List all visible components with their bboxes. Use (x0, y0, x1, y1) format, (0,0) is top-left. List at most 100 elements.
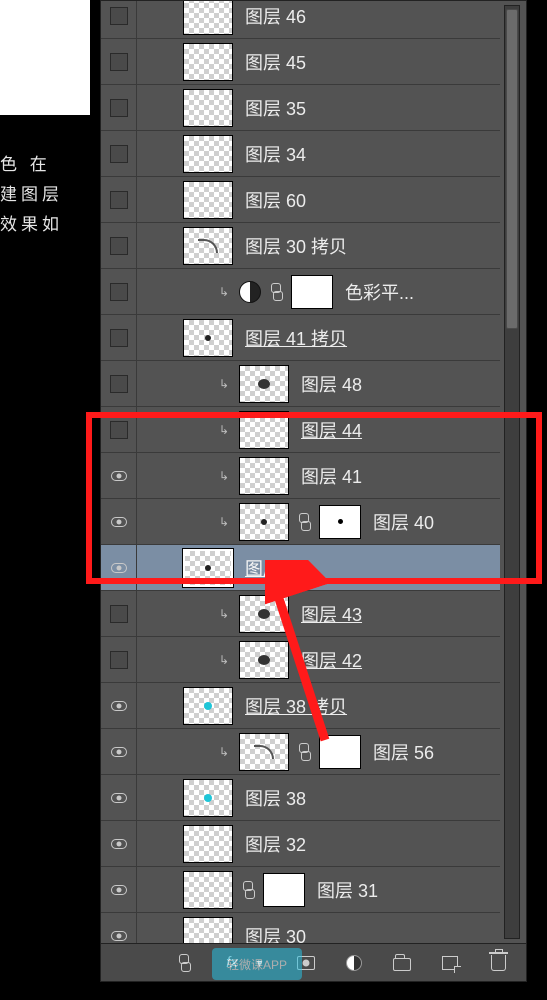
layer-thumbnail[interactable] (239, 503, 289, 541)
layer-row[interactable]: 图层 60 (101, 177, 500, 223)
layer-thumbnail[interactable] (183, 825, 233, 863)
layer-thumbnail[interactable] (183, 181, 233, 219)
mask-link-icon[interactable] (297, 513, 311, 531)
layer-row[interactable]: 图层 41 拷贝 (101, 315, 500, 361)
visibility-toggle[interactable] (101, 453, 137, 498)
visibility-toggle[interactable] (101, 683, 137, 728)
visibility-toggle[interactable] (101, 407, 137, 452)
layer-row[interactable]: ↳图层 44 (101, 407, 500, 453)
layer-thumbnail[interactable] (183, 549, 233, 587)
layer-row[interactable]: ↳图层 56 (101, 729, 500, 775)
visibility-toggle[interactable] (101, 85, 137, 130)
layer-name-label[interactable]: 图层 38 拷贝 (241, 693, 347, 719)
new-layer-icon[interactable] (440, 953, 460, 973)
visibility-toggle[interactable] (101, 177, 137, 222)
scrollbar[interactable] (504, 5, 520, 939)
visibility-toggle[interactable] (101, 729, 137, 774)
visibility-toggle[interactable] (101, 913, 137, 943)
mask-thumbnail[interactable] (291, 275, 333, 309)
layer-row[interactable]: 图层 46 (101, 0, 500, 39)
layer-thumbnail[interactable] (239, 733, 289, 771)
layer-name-label[interactable]: 图层 41 拷贝 (241, 325, 347, 351)
layer-content: 图层 30 拷贝 (137, 223, 500, 268)
layer-thumbnail[interactable] (183, 43, 233, 81)
visibility-toggle[interactable] (101, 315, 137, 360)
layer-thumbnail[interactable] (183, 917, 233, 944)
mask-thumbnail[interactable] (319, 505, 361, 539)
layer-row[interactable]: 图层 38 (101, 775, 500, 821)
layer-row[interactable]: 图层 45 (101, 39, 500, 85)
layer-thumbnail[interactable] (183, 227, 233, 265)
mask-thumbnail[interactable] (319, 735, 361, 769)
visibility-toggle[interactable] (101, 545, 137, 590)
layer-name-label[interactable]: 图层 34 (241, 141, 306, 167)
layer-row[interactable]: 图层 39 (101, 545, 500, 591)
layer-name-label[interactable]: 图层 38 (241, 785, 306, 811)
visibility-toggle[interactable] (101, 775, 137, 820)
visibility-toggle[interactable] (101, 867, 137, 912)
layer-thumbnail[interactable] (239, 641, 289, 679)
layer-thumbnail[interactable] (183, 89, 233, 127)
layer-name-label[interactable]: 图层 56 (369, 739, 434, 765)
layer-row[interactable]: 图层 34 (101, 131, 500, 177)
layer-row[interactable]: 图层 38 拷贝 (101, 683, 500, 729)
layer-thumbnail[interactable] (183, 779, 233, 817)
visibility-toggle[interactable] (101, 591, 137, 636)
layer-name-label[interactable]: 图层 32 (241, 831, 306, 857)
layer-name-label[interactable]: 图层 39 (241, 555, 306, 581)
visibility-toggle[interactable] (101, 821, 137, 866)
layer-name-label[interactable]: 图层 40 (369, 509, 434, 535)
layer-name-label[interactable]: 色彩平... (341, 279, 414, 305)
layer-thumbnail[interactable] (183, 135, 233, 173)
scrollbar-thumb[interactable] (506, 9, 518, 329)
layer-name-label[interactable]: 图层 30 拷贝 (241, 233, 347, 259)
mask-link-icon[interactable] (269, 283, 283, 301)
adjustment-layer-icon[interactable] (344, 953, 364, 973)
layer-name-label[interactable]: 图层 46 (241, 3, 306, 29)
layer-row[interactable]: ↳图层 48 (101, 361, 500, 407)
visibility-toggle[interactable] (101, 361, 137, 406)
visibility-toggle[interactable] (101, 637, 137, 682)
layer-row[interactable]: 图层 32 (101, 821, 500, 867)
layer-content: 图层 46 (137, 0, 500, 38)
layer-row[interactable]: 图层 30 (101, 913, 500, 943)
layer-thumbnail[interactable] (239, 411, 289, 449)
link-layers-icon[interactable] (174, 953, 194, 973)
layer-thumbnail[interactable] (239, 457, 289, 495)
layer-row[interactable]: ↳图层 40 (101, 499, 500, 545)
layer-row[interactable]: 图层 31 (101, 867, 500, 913)
layer-thumbnail[interactable] (183, 0, 233, 35)
visibility-toggle[interactable] (101, 269, 137, 314)
layer-name-label[interactable]: 图层 42 (297, 647, 362, 673)
mask-thumbnail[interactable] (263, 873, 305, 907)
layer-name-label[interactable]: 图层 41 (297, 463, 362, 489)
layer-thumbnail[interactable] (239, 365, 289, 403)
layer-name-label[interactable]: 图层 44 (297, 417, 362, 443)
layer-row[interactable]: ↳图层 43 (101, 591, 500, 637)
layer-name-label[interactable]: 图层 45 (241, 49, 306, 75)
visibility-toggle[interactable] (101, 223, 137, 268)
mask-link-icon[interactable] (241, 881, 255, 899)
layer-thumbnail[interactable] (183, 871, 233, 909)
delete-layer-icon[interactable] (488, 953, 508, 973)
visibility-toggle[interactable] (101, 499, 137, 544)
mask-link-icon[interactable] (297, 743, 311, 761)
layer-row[interactable]: ↳图层 41 (101, 453, 500, 499)
layer-row[interactable]: 图层 35 (101, 85, 500, 131)
layer-name-label[interactable]: 图层 60 (241, 187, 306, 213)
layer-thumbnail[interactable] (239, 595, 289, 633)
layer-name-label[interactable]: 图层 30 (241, 923, 306, 944)
layer-row[interactable]: 图层 30 拷贝 (101, 223, 500, 269)
layer-thumbnail[interactable] (183, 319, 233, 357)
layer-row[interactable]: ↳色彩平... (101, 269, 500, 315)
visibility-toggle[interactable] (101, 0, 137, 38)
visibility-toggle[interactable] (101, 39, 137, 84)
group-icon[interactable] (392, 953, 412, 973)
layer-name-label[interactable]: 图层 48 (297, 371, 362, 397)
visibility-toggle[interactable] (101, 131, 137, 176)
layer-row[interactable]: ↳图层 42 (101, 637, 500, 683)
layer-name-label[interactable]: 图层 35 (241, 95, 306, 121)
layer-thumbnail[interactable] (183, 687, 233, 725)
layer-name-label[interactable]: 图层 31 (313, 877, 378, 903)
layer-name-label[interactable]: 图层 43 (297, 601, 362, 627)
